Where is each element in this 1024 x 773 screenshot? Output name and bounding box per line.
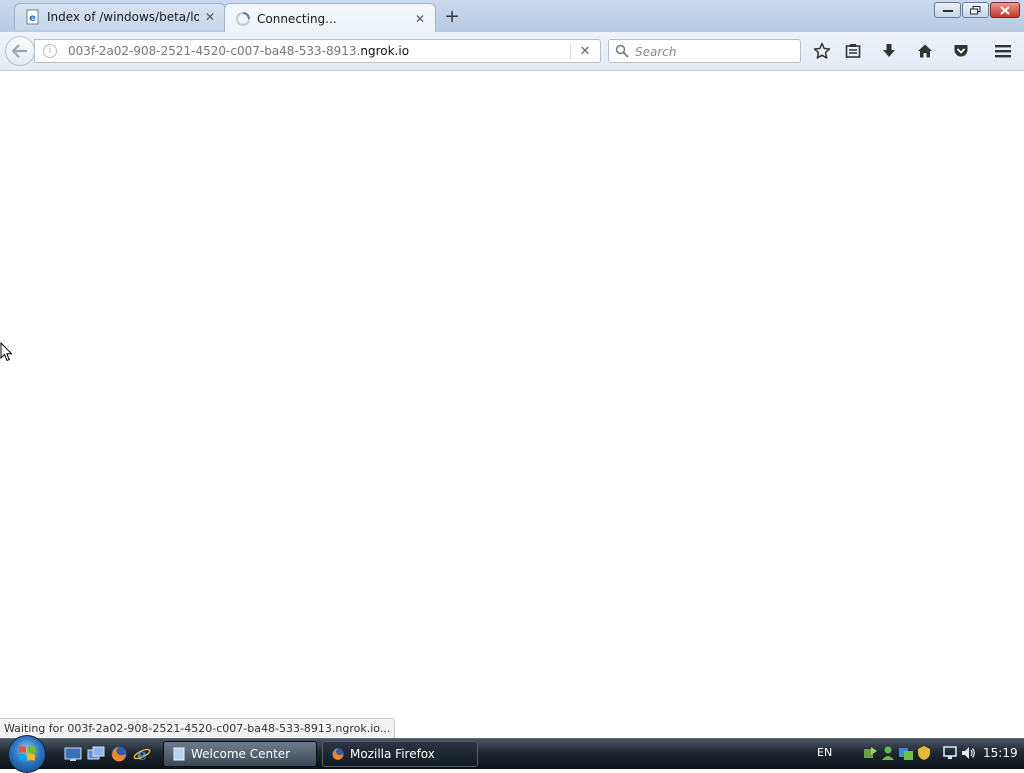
reading-list-icon [845,44,861,58]
restore-icon [970,5,981,14]
quicklaunch-firefox[interactable] [110,745,128,763]
tab-title: Connecting... [257,11,337,26]
home-icon [918,44,932,58]
tray-display-icon[interactable] [942,745,958,761]
search-icon [615,44,629,58]
tab-close-icon[interactable]: ✕ [203,10,217,24]
window-controls [934,2,1020,18]
tab-close-icon[interactable]: ✕ [413,12,427,26]
tray-volume-icon[interactable] [960,745,976,761]
page-content-area [0,71,1024,738]
windows-logo-icon [19,746,35,761]
navigation-toolbar: i 003f-2a02-908-2521-4520-c007-ba48-533-… [0,32,1024,71]
language-indicator[interactable]: EN [817,746,832,759]
stop-loading-icon[interactable]: ✕ [577,43,593,59]
quicklaunch-show-desktop[interactable] [64,745,82,763]
svg-text:e: e [137,745,147,763]
loading-spinner-icon [235,11,251,27]
search-input[interactable] [633,42,797,62]
downloads-button[interactable] [879,41,899,61]
tray-sync-icon[interactable] [862,745,878,761]
firefox-icon [331,747,345,761]
search-bar[interactable] [608,39,801,63]
restore-button[interactable] [962,2,989,18]
url-host: ngrok.io [360,44,410,58]
welcome-center-icon [172,747,186,761]
taskbar-button-label: Mozilla Firefox [350,747,435,761]
start-button[interactable] [8,735,46,773]
menu-icon [995,45,1011,58]
bookmark-star-icon [813,42,831,59]
taskbar: e Welcome Center Mozilla Firefox EN 15:1… [0,735,1024,773]
back-button[interactable] [5,36,35,66]
reading-list-button[interactable] [843,41,863,61]
url-bar[interactable]: i 003f-2a02-908-2521-4520-c007-ba48-533-… [34,39,601,63]
url-prefix: 003f-2a02-908-2521-4520-c007-ba48-533-89… [68,44,361,58]
firefox-icon [111,746,127,762]
bookmark-star-button[interactable] [812,41,832,61]
download-icon [883,44,895,57]
internet-explorer-icon: e [133,745,151,763]
tray-user-icon[interactable] [880,745,896,761]
home-button[interactable] [915,41,935,61]
clock[interactable]: 15:19 [983,746,1018,760]
minimize-button[interactable] [934,2,961,18]
open-menu-button[interactable] [993,41,1013,61]
pocket-icon [954,45,968,57]
switch-windows-icon [87,746,105,760]
close-icon [1000,5,1010,15]
url-text[interactable]: 003f-2a02-908-2521-4520-c007-ba48-533-89… [68,44,409,58]
tab-strip: e Index of /windows/beta/lo... ✕ Connect… [0,0,1024,33]
taskbar-button-welcome-center[interactable]: Welcome Center [163,741,317,767]
tray-security-icon[interactable] [916,745,932,761]
close-window-button[interactable] [990,2,1020,18]
tray-network-icon[interactable] [898,745,914,761]
url-separator [570,43,571,59]
quicklaunch-switch-windows[interactable] [87,745,105,763]
tab-title: Index of /windows/beta/lo... [47,10,199,24]
minimize-icon [942,10,953,12]
taskbar-button-mozilla-firefox[interactable]: Mozilla Firefox [322,741,478,767]
svg-text:e: e [29,13,36,24]
quicklaunch-internet-explorer[interactable]: e [133,745,151,763]
back-arrow-icon [12,44,27,58]
site-info-icon[interactable]: i [43,44,57,58]
mouse-cursor-icon [0,342,13,362]
show-desktop-icon [64,747,82,761]
status-panel: Waiting for 003f-2a02-908-2521-4520-c007… [0,718,396,738]
taskbar-button-label: Welcome Center [191,747,291,761]
tab-index-windows-beta[interactable]: e Index of /windows/beta/lo... ✕ [14,3,226,30]
tab-connecting[interactable]: Connecting... ✕ [224,3,436,33]
ie-page-icon: e [25,9,41,25]
new-tab-button[interactable]: + [441,6,463,27]
pocket-button[interactable] [951,41,971,61]
